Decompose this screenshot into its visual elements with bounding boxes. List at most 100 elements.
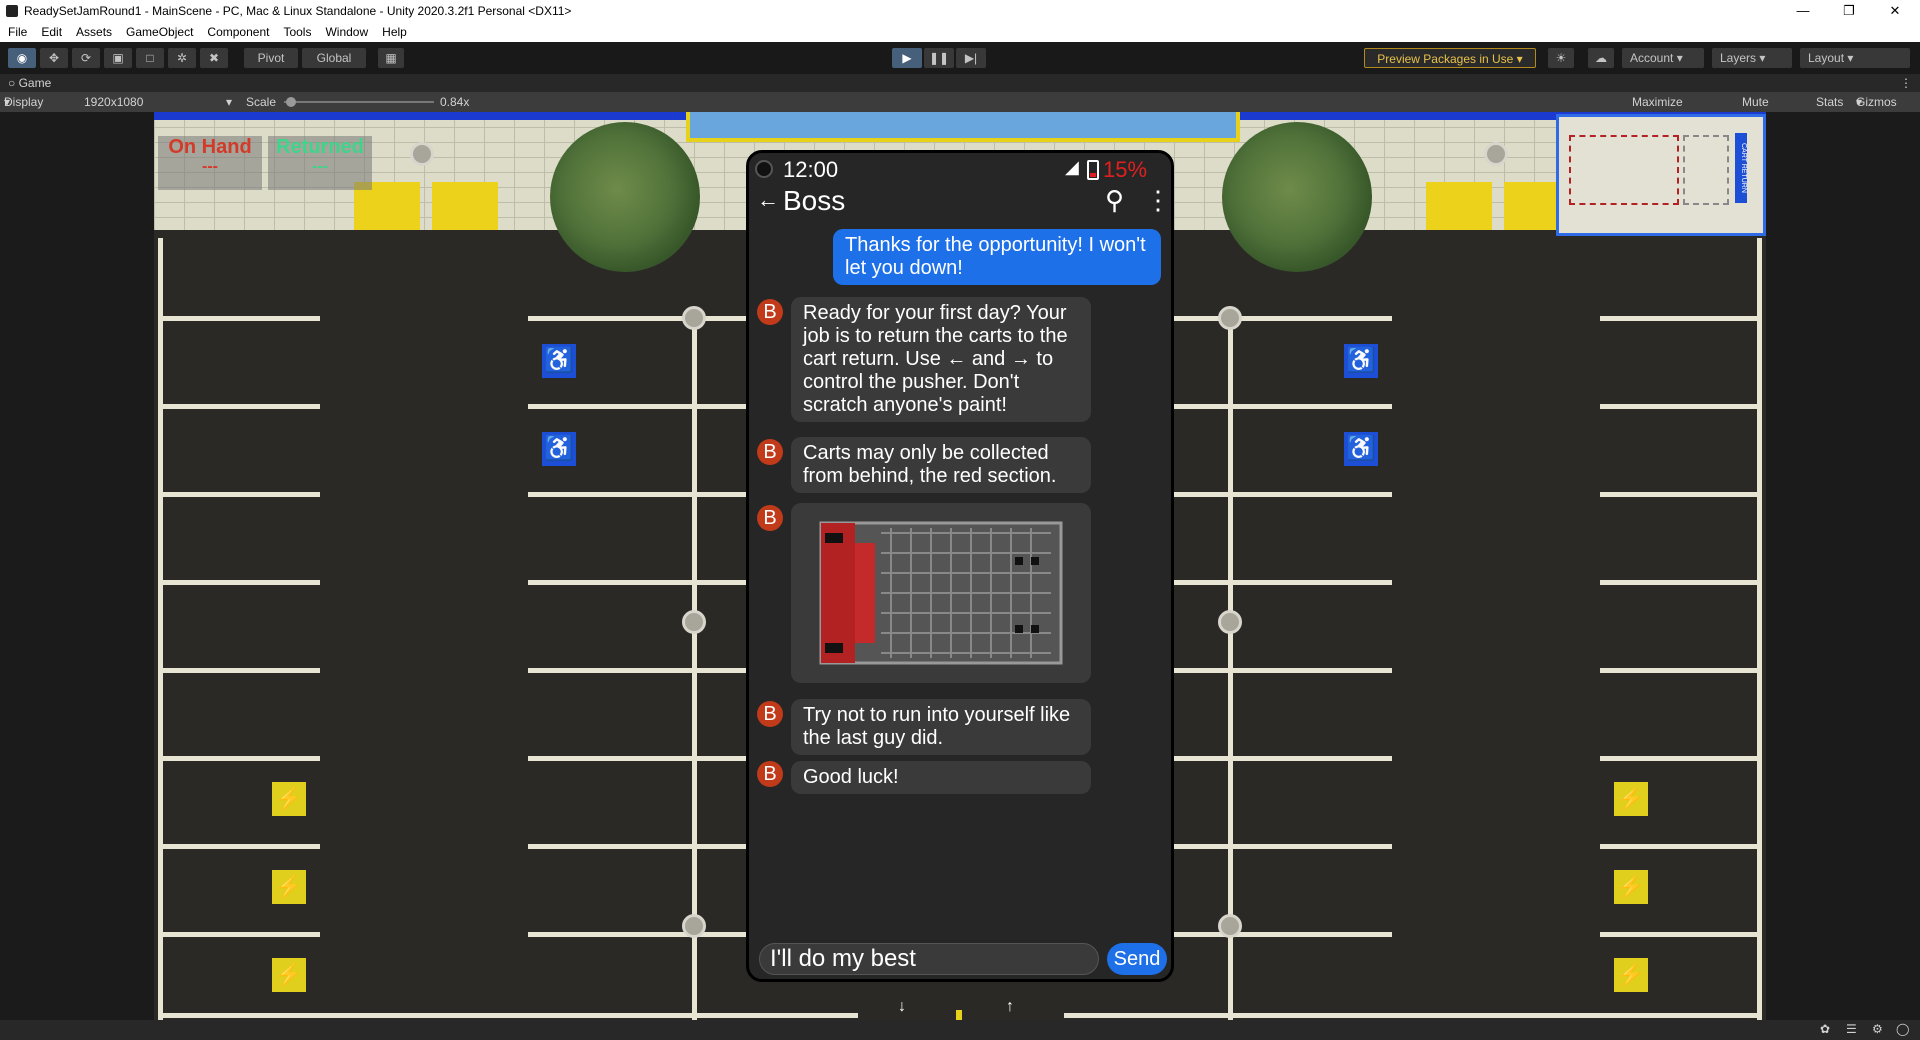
more-options-icon[interactable]: ⋮ bbox=[1145, 185, 1171, 216]
gizmos-dropdown[interactable]: Gizmos ▾ bbox=[1856, 92, 1897, 112]
parking-line bbox=[158, 756, 320, 761]
message-input[interactable]: I'll do my best bbox=[759, 943, 1099, 975]
menu-file[interactable]: File bbox=[8, 25, 27, 39]
parking-line bbox=[1600, 492, 1762, 497]
cloud-icon[interactable]: ☁ bbox=[1588, 48, 1614, 68]
bollard bbox=[410, 142, 434, 166]
menu-gameobject[interactable]: GameObject bbox=[126, 25, 193, 39]
parking-line bbox=[528, 404, 748, 409]
returned-value: --- bbox=[312, 158, 328, 175]
move-tool-icon[interactable]: ✥ bbox=[40, 48, 68, 68]
status-bar: ✿ ☰ ⚙ ◯ bbox=[0, 1020, 1920, 1040]
parking-line bbox=[158, 316, 320, 321]
pivot-toggle[interactable]: Pivot bbox=[244, 48, 298, 68]
collab-icon[interactable]: ◯ bbox=[1896, 1022, 1909, 1036]
handicap-icon: ♿ bbox=[1344, 432, 1378, 466]
scale-slider[interactable] bbox=[284, 101, 434, 103]
play-button[interactable]: ▶ bbox=[892, 48, 922, 68]
pause-button[interactable]: ❚❚ bbox=[924, 48, 954, 68]
menu-component[interactable]: Component bbox=[207, 25, 269, 39]
parking-line bbox=[1600, 844, 1762, 849]
more-options-icon[interactable]: ⋮ bbox=[1900, 74, 1912, 92]
handicap-icon: ♿ bbox=[542, 344, 576, 378]
parking-line bbox=[1174, 756, 1392, 761]
gamepad-icon: ○ bbox=[8, 76, 16, 90]
layers-dropdown[interactable]: Layers ▾ bbox=[1712, 48, 1792, 68]
services-icon[interactable]: ☀ bbox=[1548, 48, 1574, 68]
main-toolbar: ◉ ✥ ⟳ ▣ □ ✲ ✖ Pivot Global ▦ ▶ ❚❚ ▶| Pre… bbox=[0, 42, 1920, 74]
chat-header: ← Boss ⚲ ⋮ bbox=[749, 185, 1171, 223]
debug-icon[interactable]: ⚙ bbox=[1872, 1022, 1883, 1036]
grid-snap-icon[interactable]: ▦ bbox=[378, 48, 404, 68]
global-toggle[interactable]: Global bbox=[302, 48, 366, 68]
parking-line bbox=[1600, 756, 1762, 761]
menu-assets[interactable]: Assets bbox=[76, 25, 112, 39]
layout-dropdown[interactable]: Layout ▾ bbox=[1800, 48, 1910, 68]
parking-line bbox=[1174, 404, 1392, 409]
handicap-icon: ♿ bbox=[1344, 344, 1378, 378]
shopping-cart-image bbox=[819, 521, 1063, 665]
light-post bbox=[1218, 914, 1242, 938]
cache-icon[interactable]: ☰ bbox=[1846, 1022, 1857, 1036]
menu-window[interactable]: Window bbox=[325, 25, 368, 39]
game-tab[interactable]: ○ Game ⋮ bbox=[0, 74, 1920, 92]
pusher-marker bbox=[956, 1010, 962, 1020]
light-post bbox=[682, 306, 706, 330]
parking-line bbox=[1174, 668, 1392, 673]
menu-tools[interactable]: Tools bbox=[283, 25, 311, 39]
lot-edge-line bbox=[158, 1013, 858, 1018]
light-post bbox=[682, 914, 706, 938]
resolution-chevron-icon[interactable]: ▾ bbox=[226, 92, 232, 112]
signal-icon: ◢ bbox=[1065, 157, 1079, 177]
resolution-label: 1920x1080 bbox=[84, 95, 144, 109]
view-tool-icon[interactable]: ◉ bbox=[8, 48, 36, 68]
parking-line bbox=[1600, 668, 1762, 673]
preview-packages-dropdown[interactable]: Preview Packages in Use ▾ bbox=[1364, 48, 1536, 68]
message-received: Carts may only be collected from behind,… bbox=[791, 437, 1091, 493]
message-received: Good luck! bbox=[791, 761, 1091, 794]
scale-slider-thumb[interactable] bbox=[286, 97, 296, 107]
parking-line bbox=[1600, 932, 1762, 937]
curb-marker bbox=[432, 182, 498, 230]
stats-label: Stats bbox=[1816, 95, 1844, 109]
restore-icon[interactable]: ❐ bbox=[1826, 0, 1872, 22]
boss-avatar: B bbox=[757, 701, 783, 727]
ev-charging-icon: ⚡ bbox=[1614, 870, 1648, 904]
parking-line bbox=[1600, 404, 1762, 409]
menu-help[interactable]: Help bbox=[382, 25, 407, 39]
minimap-label: CART RETURN bbox=[1735, 133, 1747, 203]
progress-icon[interactable]: ✿ bbox=[1820, 1022, 1830, 1036]
parking-line bbox=[528, 580, 748, 585]
light-post bbox=[682, 610, 706, 634]
pivot-label: Pivot bbox=[257, 51, 285, 65]
scale-tool-icon[interactable]: ▣ bbox=[104, 48, 132, 68]
transform-tool-icon[interactable]: ✲ bbox=[168, 48, 196, 68]
curb-marker bbox=[1426, 182, 1492, 230]
menu-edit[interactable]: Edit bbox=[41, 25, 62, 39]
back-arrow-icon[interactable]: ← bbox=[757, 187, 779, 213]
parking-line bbox=[528, 932, 748, 937]
parking-line bbox=[528, 492, 748, 497]
light-post bbox=[1218, 306, 1242, 330]
message-received: Ready for your first day? Your job is to… bbox=[791, 297, 1091, 422]
phone-time: 12:00 bbox=[783, 157, 839, 182]
account-dropdown[interactable]: Account ▾ bbox=[1622, 48, 1704, 68]
rotate-tool-icon[interactable]: ⟳ bbox=[72, 48, 100, 68]
window-title: ReadySetJamRound1 - MainScene - PC, Mac … bbox=[24, 4, 572, 18]
send-button[interactable]: Send bbox=[1107, 943, 1167, 975]
boss-avatar: B bbox=[757, 299, 783, 325]
search-icon[interactable]: ⚲ bbox=[1105, 185, 1124, 216]
custom-tool-icon[interactable]: ✖ bbox=[200, 48, 228, 68]
minimize-icon[interactable]: — bbox=[1780, 0, 1826, 22]
account-label: Account bbox=[1630, 51, 1674, 65]
display-dropdown[interactable]: Display 1 ▾ bbox=[4, 92, 43, 129]
close-icon[interactable]: ✕ bbox=[1872, 0, 1918, 22]
ev-charging-icon: ⚡ bbox=[1614, 782, 1648, 816]
parking-line bbox=[1174, 932, 1392, 937]
parking-line bbox=[1600, 316, 1762, 321]
rect-tool-icon[interactable]: □ bbox=[136, 48, 164, 68]
step-button[interactable]: ▶| bbox=[956, 48, 986, 68]
parking-line bbox=[158, 668, 320, 673]
arrow-up-icon: ↑ bbox=[1006, 998, 1014, 1015]
title-bar: ReadySetJamRound1 - MainScene - PC, Mac … bbox=[0, 0, 1920, 22]
